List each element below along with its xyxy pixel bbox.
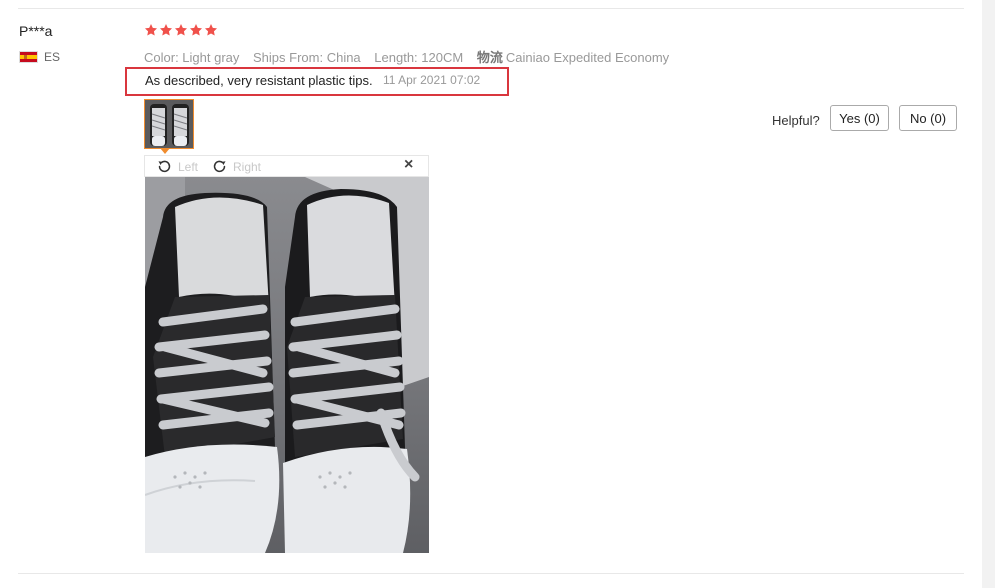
rotate-right-button[interactable]: Right — [211, 158, 261, 175]
reviewer-country: ES — [44, 50, 61, 64]
review-attributes: Color: Light gray Ships From: China Leng… — [144, 47, 679, 66]
star-icon — [144, 24, 158, 36]
attr-color: Color: Light gray — [144, 50, 240, 65]
close-icon[interactable]: × — [404, 156, 413, 174]
logistics-label: 物流 — [476, 50, 503, 65]
review-photo-thumbnail[interactable] — [144, 99, 194, 149]
review-divider-top — [18, 8, 964, 9]
rotate-left-label: Left — [178, 159, 199, 174]
rotate-right-label: Right — [233, 159, 262, 174]
rotate-left-button[interactable]: Left — [156, 158, 198, 175]
thumbnail-image — [145, 100, 193, 148]
spain-flag-icon — [19, 51, 38, 63]
review-text: As described, very resistant plastic tip… — [145, 73, 373, 88]
review-divider-bottom — [18, 573, 964, 574]
photo-viewer-toolbar: Left Right × — [144, 155, 429, 177]
thumbnail-selected-caret — [160, 148, 170, 154]
star-icon — [204, 24, 218, 36]
rotate-right-icon — [213, 160, 226, 173]
star-rating — [144, 23, 218, 37]
reviewer-name: P***a — [19, 23, 53, 39]
logistics-value: Cainiao Expedited Economy — [505, 50, 670, 65]
helpful-yes-button[interactable]: Yes (0) — [830, 105, 889, 131]
helpful-label: Helpful? — [772, 113, 820, 128]
star-icon — [174, 24, 188, 36]
review-date: 11 Apr 2021 07:02 — [383, 73, 481, 87]
helpful-no-button[interactable]: No (0) — [899, 105, 957, 131]
attr-ships-from: Ships From: China — [253, 50, 361, 65]
page-scroll-edge — [982, 0, 995, 588]
star-icon — [159, 24, 173, 36]
review-photo-enlarged — [145, 177, 429, 553]
attr-length: Length: 120CM — [374, 50, 464, 65]
rotate-left-icon — [158, 160, 171, 173]
star-icon — [189, 24, 203, 36]
shoe-photo — [145, 177, 429, 553]
